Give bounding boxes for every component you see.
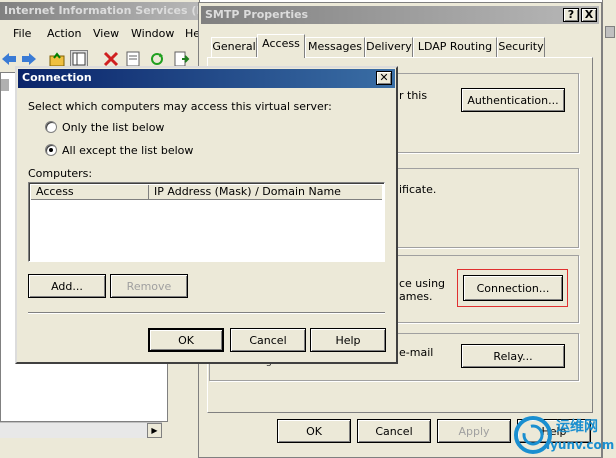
dialog-separator (28, 312, 385, 314)
remove-button[interactable]: Remove (110, 274, 188, 298)
secure-communication-group (389, 168, 579, 248)
radio-all-except[interactable] (45, 144, 57, 156)
connection-control-text-2: ames. (399, 290, 433, 303)
tab-security[interactable]: Security (497, 37, 545, 57)
menu-view[interactable]: View (93, 27, 119, 40)
iis-title-bar: Internet Information Services (II (0, 2, 200, 20)
tab-access[interactable]: Access (257, 34, 305, 58)
connection-help-button[interactable]: Help (310, 328, 386, 352)
horizontal-scrollbar[interactable]: ▶ (0, 422, 162, 438)
iis-menu-bar: File Action View Window He (0, 24, 200, 42)
tab-delivery[interactable]: Delivery (365, 37, 413, 57)
menu-window[interactable]: Window (131, 27, 174, 40)
menu-action[interactable]: Action (47, 27, 81, 40)
secure-communication-text: ificate. (399, 183, 437, 196)
smtp-close-button[interactable]: X (581, 8, 597, 22)
authentication-button[interactable]: Authentication... (461, 88, 565, 112)
connection-close-button[interactable]: ✕ (376, 71, 392, 85)
relay-restrictions-text: e-mail (399, 346, 434, 359)
connection-title: Connection (22, 71, 92, 84)
smtp-ok-button[interactable]: OK (277, 419, 351, 443)
menu-file[interactable]: File (13, 27, 31, 40)
access-control-text: r this (399, 89, 428, 102)
radio-all-except-label[interactable]: All except the list below (62, 144, 193, 157)
access-prompt: Select which computers may access this v… (28, 100, 332, 113)
computers-list[interactable]: Access IP Address (Mask) / Domain Name (28, 182, 385, 262)
access-control-group (389, 73, 579, 153)
tab-general[interactable]: General (211, 37, 257, 57)
connection-dialog: Connection ✕ Select which computers may … (15, 66, 398, 364)
computers-label: Computers: (28, 167, 93, 180)
smtp-title-bar: SMTP Properties (201, 6, 599, 24)
edge-icon (605, 26, 615, 38)
computer-node-icon (1, 79, 9, 91)
column-header-access[interactable]: Access (31, 185, 149, 200)
background-window-edge (602, 0, 616, 458)
smtp-cancel-button[interactable]: Cancel (357, 419, 431, 443)
smtp-title: SMTP Properties (205, 8, 309, 21)
add-button[interactable]: Add... (28, 274, 106, 298)
connection-control-text-1: ce using (399, 277, 446, 290)
column-header-access-label: Access (36, 185, 74, 198)
iis-title: Internet Information Services (II (4, 4, 200, 17)
smtp-apply-button[interactable]: Apply (437, 419, 511, 443)
scroll-right-arrow-icon[interactable]: ▶ (147, 423, 162, 438)
context-help-button[interactable]: ? (563, 8, 579, 22)
connection-title-bar: Connection (18, 69, 395, 88)
watermark-title: 运维网 (556, 419, 598, 435)
column-header-address[interactable]: IP Address (Mask) / Domain Name (149, 185, 382, 200)
connection-button[interactable]: Connection... (463, 275, 563, 301)
connection-ok-button[interactable]: OK (148, 328, 224, 352)
watermark: 运维网 iyunv.com (512, 410, 616, 458)
column-header-address-label: IP Address (Mask) / Domain Name (154, 185, 341, 198)
tab-ldap-routing[interactable]: LDAP Routing (413, 37, 497, 57)
relay-button[interactable]: Relay... (461, 344, 565, 368)
radio-only-list-label[interactable]: Only the list below (62, 121, 164, 134)
watermark-url: iyunv.com (546, 438, 615, 452)
radio-only-list[interactable] (45, 121, 57, 133)
connection-cancel-button[interactable]: Cancel (230, 328, 306, 352)
tab-messages[interactable]: Messages (305, 37, 365, 57)
